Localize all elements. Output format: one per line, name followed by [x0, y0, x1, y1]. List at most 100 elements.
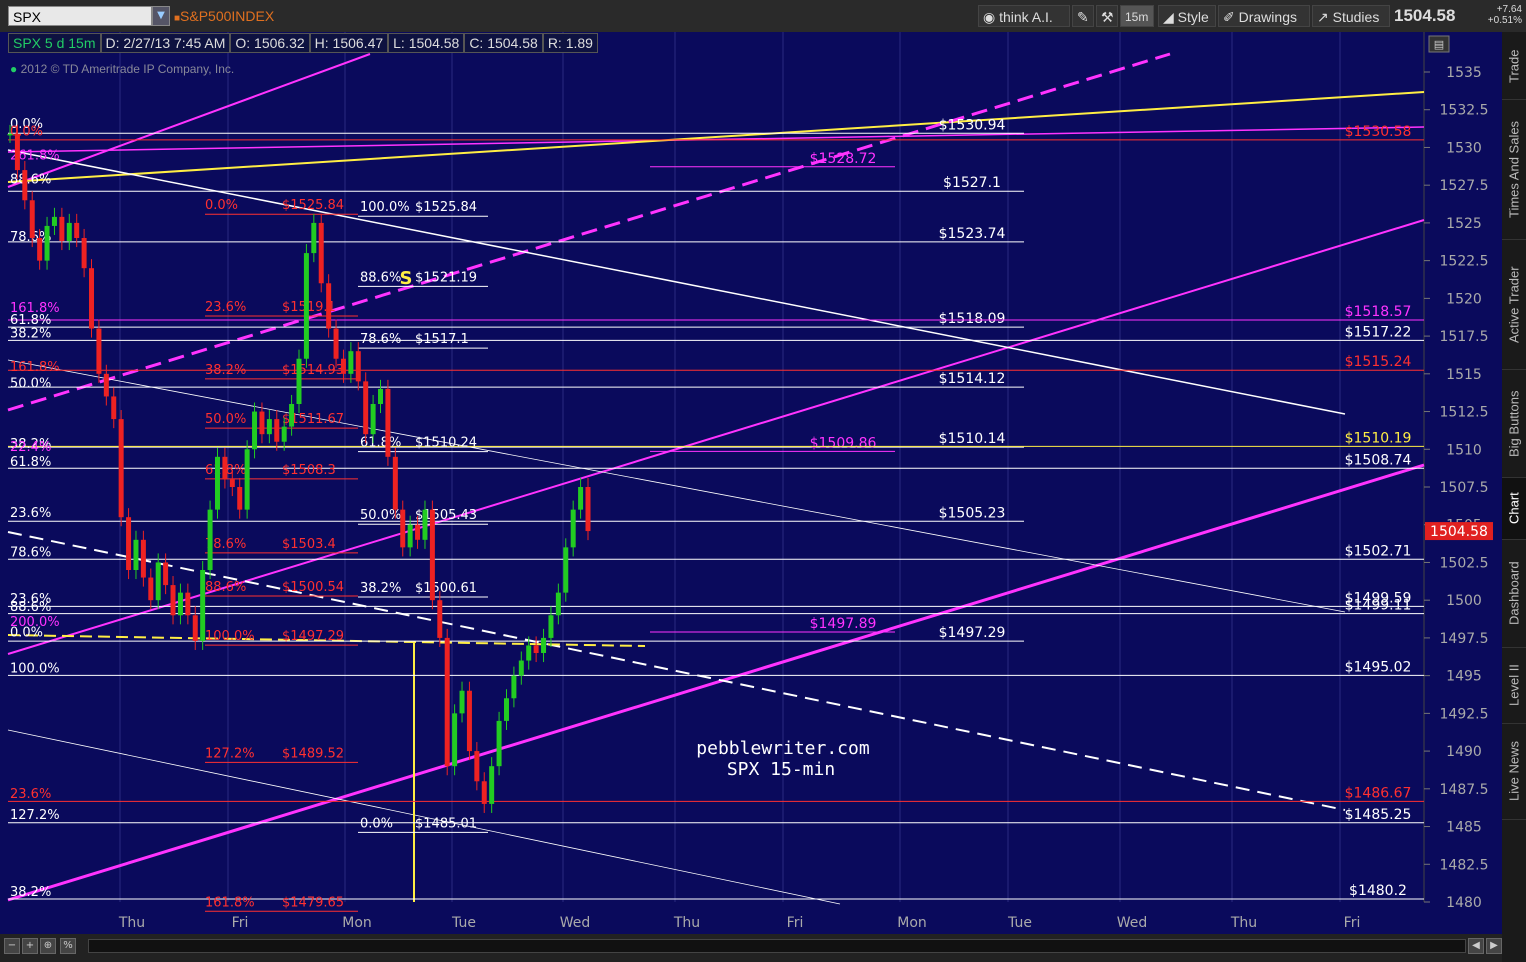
tools-icon[interactable]: ✎	[1072, 5, 1094, 27]
candle-body	[429, 509, 435, 601]
tab-chart[interactable]: Chart	[1502, 478, 1526, 540]
candle-body	[541, 637, 547, 653]
fib-red-pct: 161.8%	[205, 895, 255, 910]
fib-white-pct: 100.0%	[360, 200, 410, 215]
y-tick-label: 1495	[1446, 669, 1482, 685]
candle-body	[578, 487, 584, 510]
fib-left-label: 161.8%	[10, 360, 60, 375]
zoom-in-icon[interactable]: +	[22, 938, 38, 954]
x-tick-label: Fri	[787, 915, 804, 931]
candle-body	[200, 570, 206, 641]
price-chart[interactable]: $1530.94 $1527.1 $1523.74 $1518.09 $1514.12 $…	[0, 32, 1502, 934]
price-level-label: $1523.74	[939, 226, 1006, 242]
x-tick-label: Tue	[1007, 915, 1032, 931]
watermark-line-1: pebblewriter.com	[696, 738, 869, 759]
symbol-input[interactable]: SPX	[8, 6, 152, 26]
chart-settings-glyph: ▤	[1434, 38, 1444, 51]
candle-body	[14, 133, 20, 171]
tab-trade[interactable]: Trade	[1502, 34, 1526, 100]
fib-red-price: $1489.52	[282, 746, 344, 761]
info-open: O: 1506.32	[230, 33, 310, 53]
symbol-description: ■S&P500INDEX	[174, 8, 275, 24]
candle-body	[459, 690, 465, 714]
symbol-dropdown-icon[interactable]: ▼	[152, 6, 170, 26]
x-tick-label: Thu	[673, 915, 700, 931]
candle-body	[570, 509, 576, 548]
scroll-left-icon[interactable]: ◀	[1468, 938, 1484, 954]
y-tick-label: 1525	[1446, 216, 1482, 232]
candle-body	[340, 358, 346, 374]
candle-body	[244, 449, 250, 510]
y-tick-label: 1517.5	[1440, 329, 1489, 345]
candle-body	[81, 238, 87, 269]
x-tick-label: Wed	[1117, 915, 1148, 931]
candle-body	[363, 381, 369, 435]
price-level-label: $1530.94	[939, 117, 1006, 133]
fib-left-label: 38.2%	[10, 327, 51, 342]
candle-body	[326, 283, 332, 329]
style-icon: ◢	[1163, 9, 1178, 25]
candle-body	[126, 517, 132, 570]
y-tick-label: 1500	[1446, 593, 1482, 609]
price-level-label: $1527.1	[943, 175, 1001, 191]
zoom-fit-icon[interactable]: ⊕	[40, 938, 56, 954]
fib-red-price: $1503.4	[282, 537, 336, 552]
chart-annotation: S	[400, 268, 413, 289]
price-level-label: $1505.23	[939, 505, 1006, 521]
think-ai-button[interactable]: ◉ think A.I.	[978, 5, 1070, 27]
candle-body	[89, 268, 95, 329]
tab-live-news[interactable]: Live News	[1502, 724, 1526, 820]
y-tick-label: 1502.5	[1440, 555, 1489, 571]
time-scrollbar[interactable]	[88, 939, 1466, 953]
candle-body	[466, 690, 472, 752]
price-level-label: $1514.12	[939, 371, 1006, 387]
candle-body	[415, 524, 421, 540]
price-level-label: $1530.58	[1345, 124, 1412, 140]
style-button[interactable]: ◢ Style	[1158, 5, 1216, 27]
fib-white-pct: 88.6%	[360, 270, 401, 285]
y-tick-label: 1490	[1446, 744, 1482, 760]
candle-body	[29, 200, 35, 238]
info-date: D: 2/27/13 7:45 AM	[100, 33, 231, 53]
candle-body	[59, 216, 65, 242]
studies-button[interactable]: ↗ Studies	[1312, 5, 1390, 27]
drawings-button[interactable]: ✐ Drawings	[1218, 5, 1310, 27]
candle-body	[259, 411, 265, 435]
candle-body	[481, 781, 487, 804]
y-tick-label: 1497.5	[1440, 631, 1489, 647]
price-level-label: $1510.19	[1345, 430, 1412, 446]
price-level-label: $1486.67	[1345, 785, 1412, 801]
candle-body	[266, 419, 272, 435]
fib-left-label: 38.2%	[10, 885, 51, 900]
tab-big-buttons[interactable]: Big Buttons	[1502, 370, 1526, 478]
scroll-right-icon[interactable]: ▶	[1486, 938, 1502, 954]
price-level-label: $1509.86	[810, 435, 877, 451]
tab-times-and-sales[interactable]: Times And Sales	[1502, 100, 1526, 240]
price-level-label: $1497.29	[939, 625, 1006, 641]
info-high: H: 1506.47	[309, 33, 389, 53]
candle-body	[555, 592, 561, 616]
timeframe-button[interactable]: 15m	[1120, 5, 1154, 27]
candle-body	[177, 592, 183, 616]
tab-active-trader[interactable]: Active Trader	[1502, 240, 1526, 370]
fib-white-price: $1510.24	[415, 436, 477, 451]
fib-white-pct: 0.0%	[360, 816, 393, 831]
candle-body	[474, 751, 480, 782]
tab-level-ii[interactable]: Level II	[1502, 648, 1526, 724]
percent-icon[interactable]: %	[60, 938, 76, 954]
x-tick-label: Tue	[451, 915, 476, 931]
wrench-icon[interactable]: ⚒	[1096, 5, 1118, 27]
fib-red-price: $1497.29	[282, 629, 344, 644]
last-price: 1504.58	[1394, 6, 1456, 25]
y-tick-label: 1535	[1446, 65, 1482, 81]
info-low: L: 1504.58	[388, 33, 465, 53]
zoom-out-icon[interactable]: −	[4, 938, 20, 954]
y-tick-label: 1522.5	[1440, 254, 1489, 270]
info-period: SPX 5 d 15m	[8, 33, 101, 53]
tab-dashboard[interactable]: Dashboard	[1502, 540, 1526, 648]
candle-body	[185, 592, 191, 616]
fib-red-pct: 38.2%	[205, 363, 246, 378]
candle-body	[37, 238, 43, 261]
candle-body	[296, 358, 302, 404]
candle-body	[348, 351, 354, 374]
